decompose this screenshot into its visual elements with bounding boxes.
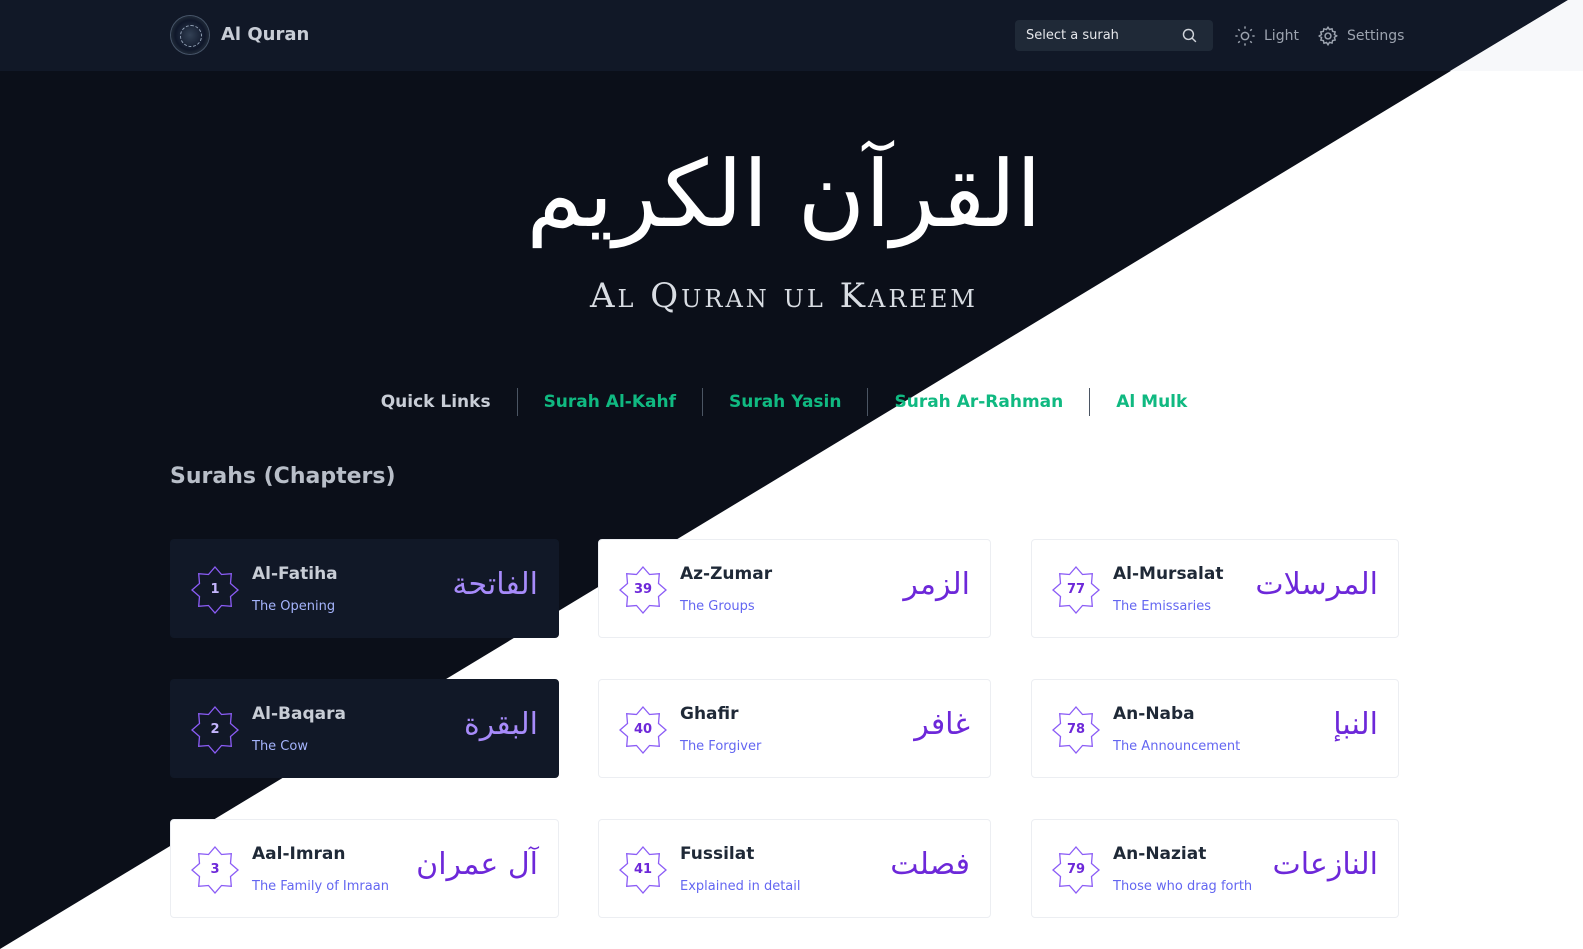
quran-logo[interactable] <box>171 16 209 54</box>
surah-number-badge: 77 <box>1052 566 1100 614</box>
surah-number-badge: 1 <box>191 566 239 614</box>
theme-toggle-button[interactable]: Light <box>1234 24 1299 48</box>
settings-label: Settings <box>1347 28 1405 44</box>
surah-card[interactable]: 79 An-Naziat Those who drag forth النازعات <box>1031 819 1399 918</box>
search-icon[interactable] <box>1181 27 1198 44</box>
surah-number: 41 <box>633 862 653 877</box>
quick-links-bar: Quick Links Surah Al-Kahf Surah Yasin Su… <box>0 388 1568 416</box>
surah-name: Az-Zumar <box>680 564 773 584</box>
surah-number: 1 <box>210 582 220 597</box>
surah-number-badge: 41 <box>619 846 667 894</box>
sun-icon <box>1235 26 1255 46</box>
surah-meaning: The Opening <box>252 599 336 614</box>
surah-card[interactable]: 1 Al-Fatiha The Opening الفاتحة <box>170 539 559 638</box>
surah-meaning: The Announcement <box>1113 739 1241 754</box>
surah-number-badge: 40 <box>619 706 667 754</box>
search-input[interactable] <box>1015 20 1186 51</box>
surah-arabic-name: فصلت <box>890 847 970 882</box>
surah-name: Al-Mursalat <box>1113 564 1224 584</box>
surah-meaning: The Family of Imraan <box>252 879 389 894</box>
surah-name: Al-Baqara <box>252 704 346 724</box>
surah-arabic-name: الزمر <box>903 567 970 602</box>
surah-arabic-name: غافر <box>914 707 970 742</box>
surah-number-badge: 39 <box>619 566 667 614</box>
quick-link-yasin[interactable]: Surah Yasin <box>703 388 868 416</box>
theme-label: Light <box>1264 28 1299 44</box>
section-title: Surahs (Chapters) <box>170 464 396 489</box>
hero-title: Al Quran ul Kareem <box>590 276 978 316</box>
surah-name: Aal-Imran <box>252 844 346 864</box>
surah-number-badge: 79 <box>1052 846 1100 894</box>
surah-arabic-name: آل عمران <box>416 847 538 882</box>
surah-number: 77 <box>1066 582 1086 597</box>
surah-meaning: The Forgiver <box>680 739 762 754</box>
surah-name: Al-Fatiha <box>252 564 338 584</box>
surah-name: An-Naba <box>1113 704 1195 724</box>
surah-card[interactable]: 41 Fussilat Explained in detail فصلت <box>598 819 991 918</box>
surah-meaning: Explained in detail <box>680 879 801 894</box>
gear-icon <box>1317 25 1338 47</box>
surah-card[interactable]: 40 Ghafir The Forgiver غافر <box>598 679 991 778</box>
surah-number-badge: 3 <box>191 846 239 894</box>
quick-link-al-mulk[interactable]: Al Mulk <box>1090 388 1213 416</box>
surah-number: 40 <box>633 722 653 737</box>
surah-card[interactable]: 78 An-Naba The Announcement النبإ <box>1031 679 1399 778</box>
surah-number-badge: 2 <box>191 706 239 754</box>
surah-meaning: The Cow <box>252 739 308 754</box>
surah-arabic-name: البقرة <box>464 707 538 742</box>
surah-card[interactable]: 2 Al-Baqara The Cow البقرة <box>170 679 559 778</box>
surah-meaning: The Emissaries <box>1113 599 1212 614</box>
surah-card[interactable]: 77 Al-Mursalat The Emissaries المرسلات <box>1031 539 1399 638</box>
quick-link-ar-rahman[interactable]: Surah Ar-Rahman <box>868 388 1089 416</box>
surah-number: 79 <box>1066 862 1086 877</box>
quick-links-label: Quick Links <box>380 392 491 412</box>
surah-name: Ghafir <box>680 704 739 724</box>
surah-arabic-name: المرسلات <box>1255 567 1378 602</box>
surah-number: 78 <box>1066 722 1086 737</box>
surah-arabic-name: النبإ <box>1333 707 1378 742</box>
surah-arabic-name: النازعات <box>1272 847 1378 882</box>
surah-number: 2 <box>210 722 220 737</box>
surah-number: 3 <box>210 862 220 877</box>
surah-card[interactable]: 39 Az-Zumar The Groups الزمر <box>598 539 991 638</box>
surah-number: 39 <box>633 582 653 597</box>
surah-card[interactable]: 3 Aal-Imran The Family of Imraan آل عمران <box>170 819 559 918</box>
surah-number-badge: 78 <box>1052 706 1100 754</box>
surah-meaning: Those who drag forth <box>1113 879 1253 894</box>
surah-arabic-name: الفاتحة <box>452 567 538 602</box>
hero-arabic-calligraphy: القرآن الكريم <box>526 141 1042 248</box>
surah-meaning: The Groups <box>680 599 755 614</box>
brand-title[interactable]: Al Quran <box>221 24 309 45</box>
surah-search[interactable] <box>1015 20 1213 51</box>
surah-name: An-Naziat <box>1113 844 1207 864</box>
surah-name: Fussilat <box>680 844 755 864</box>
settings-button[interactable]: Settings <box>1317 24 1404 48</box>
quick-link-al-kahf[interactable]: Surah Al-Kahf <box>518 388 702 416</box>
